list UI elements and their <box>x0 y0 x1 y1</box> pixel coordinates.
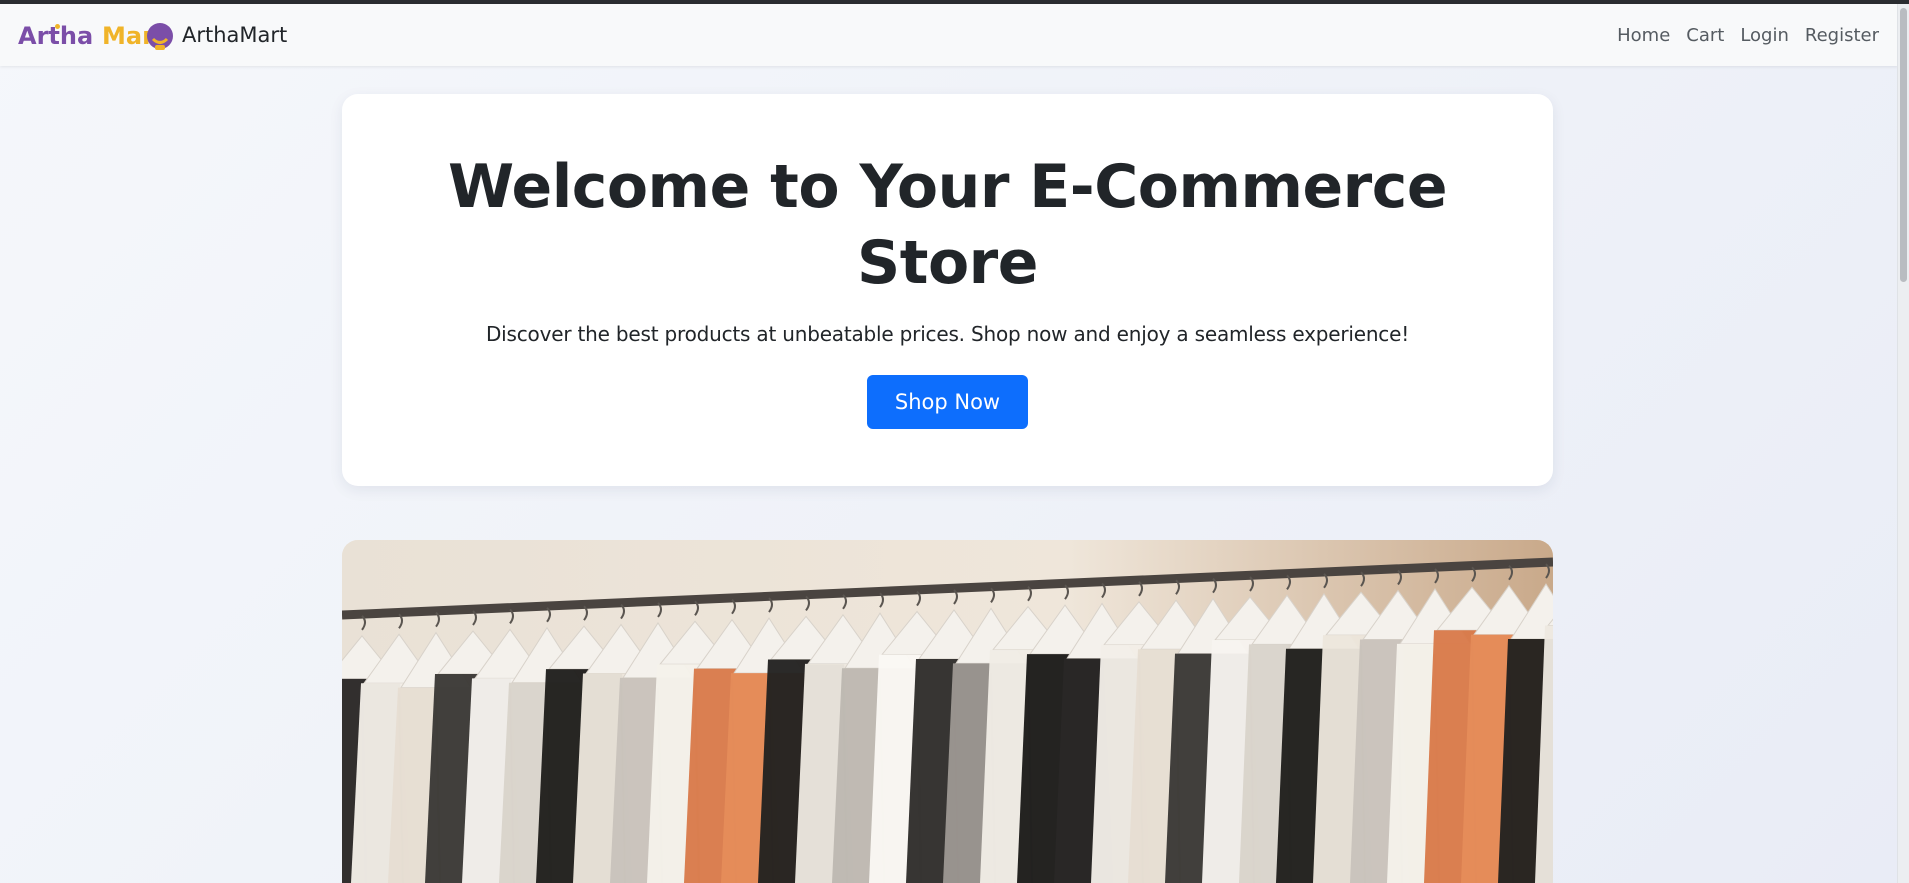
navbar: Artha Mart ArthaMart Home Cart Login Reg… <box>0 4 1898 66</box>
hero-subtitle: Discover the best products at unbeatable… <box>485 322 1410 346</box>
brand-name[interactable]: ArthaMart <box>182 23 287 47</box>
nav-link-register[interactable]: Register <box>1797 25 1879 46</box>
logo-accent-dot <box>55 24 60 29</box>
brand-logo[interactable]: Artha Mart <box>18 15 176 55</box>
nav-link-cart[interactable]: Cart <box>1678 25 1732 46</box>
nav-link-login[interactable]: Login <box>1732 25 1797 46</box>
nav-link-home[interactable]: Home <box>1609 25 1678 46</box>
clothing-rack-banner-image <box>342 540 1553 883</box>
shop-now-button[interactable]: Shop Now <box>867 375 1028 429</box>
scrollbar-thumb[interactable] <box>1900 8 1907 282</box>
hero-title: Welcome to Your E-Commerce Store <box>447 152 1448 298</box>
clothing-rack-illustration <box>342 540 1553 883</box>
hero-card: Welcome to Your E-Commerce Store Discove… <box>342 94 1553 486</box>
shopping-bag-icon <box>147 23 173 50</box>
brand[interactable]: Artha Mart ArthaMart <box>18 4 287 66</box>
page-scrollbar[interactable] <box>1897 4 1909 883</box>
nav-links: Home Cart Login Register <box>1609 25 1879 46</box>
